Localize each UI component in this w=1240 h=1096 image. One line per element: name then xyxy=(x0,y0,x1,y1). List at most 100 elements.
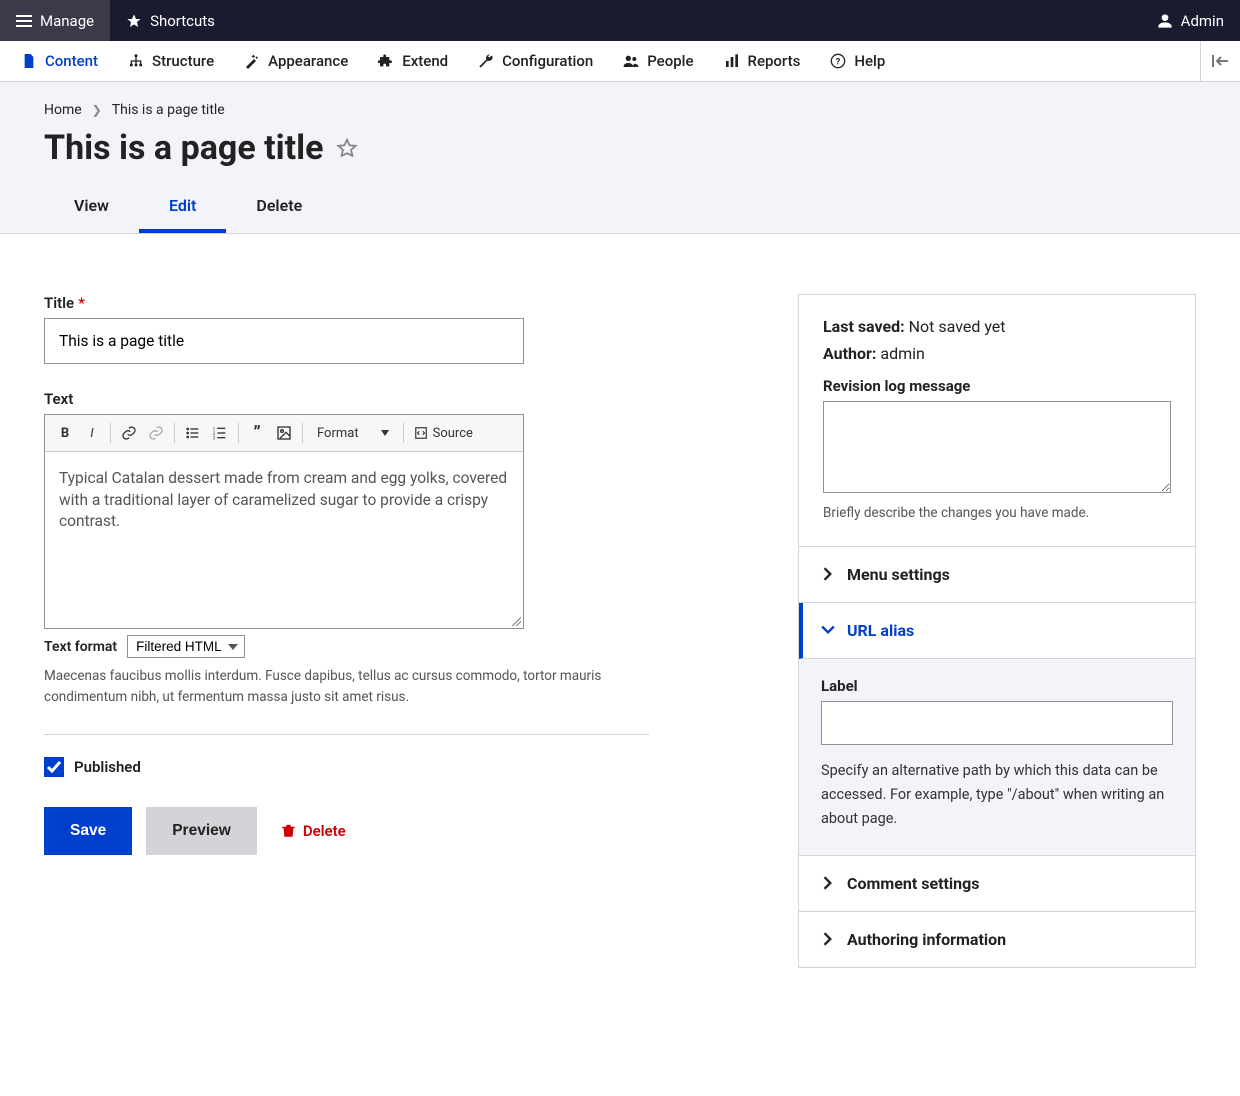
topbar-manage-label: Manage xyxy=(40,12,94,30)
accordion-comment-label: Comment settings xyxy=(847,874,979,893)
caret-down-icon xyxy=(381,430,389,436)
page-title: This is a page title xyxy=(44,128,1196,168)
ul-icon xyxy=(185,425,201,441)
source-button-label: Source xyxy=(433,426,473,441)
revision-help: Briefly describe the changes you have ma… xyxy=(823,503,1171,524)
trash-icon xyxy=(281,822,296,839)
topbar-shortcuts-label: Shortcuts xyxy=(150,12,215,30)
adminmenu-reports[interactable]: Reports xyxy=(709,41,816,81)
save-button[interactable]: Save xyxy=(44,807,132,855)
published-checkbox[interactable] xyxy=(44,757,64,777)
svg-text:?: ? xyxy=(836,56,841,67)
wand-icon xyxy=(244,53,260,69)
italic-button[interactable]: I xyxy=(80,421,104,445)
topbar: Manage Shortcuts Admin xyxy=(0,0,1240,41)
adminmenu-structure-label: Structure xyxy=(152,52,214,70)
last-saved-value: Not saved yet xyxy=(909,317,1006,336)
topbar-user[interactable]: Admin xyxy=(1141,0,1240,41)
topbar-shortcuts[interactable]: Shortcuts xyxy=(110,0,231,41)
image-button[interactable] xyxy=(272,421,296,445)
source-icon xyxy=(414,426,428,440)
topbar-user-label: Admin xyxy=(1181,12,1224,30)
published-checkbox-row: Published xyxy=(44,757,649,777)
editor-toolbar: B I 123 xyxy=(45,415,523,452)
adminmenu-structure[interactable]: Structure xyxy=(113,41,229,81)
required-marker: * xyxy=(78,294,85,312)
chevron-right-icon xyxy=(821,876,835,890)
divider xyxy=(44,734,649,735)
source-button[interactable]: Source xyxy=(410,426,477,441)
bold-button[interactable]: B xyxy=(53,421,77,445)
adminmenu-appearance[interactable]: Appearance xyxy=(229,41,363,81)
svg-text:3: 3 xyxy=(213,436,216,441)
breadcrumb-home[interactable]: Home xyxy=(44,102,82,118)
wrench-icon xyxy=(478,53,494,69)
blockquote-button[interactable]: ” xyxy=(245,421,269,445)
accordion-comment-settings[interactable]: Comment settings xyxy=(799,856,1195,912)
chevron-right-icon xyxy=(821,932,835,946)
meta-panel: Last saved: Not saved yet Author: admin … xyxy=(798,294,1196,968)
chevron-down-icon xyxy=(821,623,835,637)
last-saved-label: Last saved: xyxy=(823,317,905,336)
last-saved: Last saved: Not saved yet xyxy=(823,317,1171,336)
toolbar-separator xyxy=(174,423,175,443)
text-format-description: Maecenas faucibus mollis interdum. Fusce… xyxy=(44,666,649,708)
adminmenu-reports-label: Reports xyxy=(748,52,801,70)
text-format-label: Text format xyxy=(44,639,117,655)
tab-view[interactable]: View xyxy=(44,184,139,233)
toolbar-orientation-toggle[interactable] xyxy=(1200,41,1240,81)
revision-label: Revision log message xyxy=(823,377,1171,395)
resize-handle-icon[interactable] xyxy=(511,616,521,626)
hierarchy-icon xyxy=(128,53,144,69)
accordion-menu-settings[interactable]: Menu settings xyxy=(799,547,1195,603)
accordion-authoring-info[interactable]: Authoring information xyxy=(799,912,1195,967)
tab-delete[interactable]: Delete xyxy=(226,184,332,233)
preview-button[interactable]: Preview xyxy=(146,807,257,855)
title-label-text: Title xyxy=(44,294,74,312)
image-icon xyxy=(276,425,292,441)
help-icon: ? xyxy=(830,53,846,69)
delete-link[interactable]: Delete xyxy=(281,822,346,840)
meta-section: Last saved: Not saved yet Author: admin … xyxy=(799,295,1195,547)
adminmenu-help-label: Help xyxy=(854,52,885,70)
adminmenu-people[interactable]: People xyxy=(608,41,708,81)
field-text: Text B I 123 xyxy=(44,390,649,708)
adminmenu-help[interactable]: ? Help xyxy=(815,41,900,81)
adminmenu-configuration-label: Configuration xyxy=(502,52,593,70)
text-format-select[interactable]: Filtered HTML xyxy=(127,635,245,658)
accordion-url-alias[interactable]: URL alias xyxy=(799,603,1195,659)
page-title-text: This is a page title xyxy=(44,128,324,168)
unlink-button[interactable] xyxy=(144,421,168,445)
field-title: Title* xyxy=(44,294,649,364)
text-label: Text xyxy=(44,390,649,408)
url-alias-input[interactable] xyxy=(821,701,1173,745)
adminmenu-content[interactable]: Content xyxy=(6,41,113,81)
accordion-authoring-label: Authoring information xyxy=(847,930,1006,949)
link-button[interactable] xyxy=(117,421,141,445)
author-label: Author: xyxy=(823,344,876,363)
people-icon xyxy=(623,53,639,69)
accordion-url-body: Label Specify an alternative path by whi… xyxy=(799,659,1195,856)
topbar-manage[interactable]: Manage xyxy=(0,0,110,41)
adminmenu-extend[interactable]: Extend xyxy=(363,41,463,81)
editor-body-text: Typical Catalan dessert made from cream … xyxy=(59,469,507,530)
revision-textarea[interactable] xyxy=(823,401,1171,493)
author: Author: admin xyxy=(823,344,1171,363)
admin-menu: Content Structure Appearance Extend Conf… xyxy=(0,41,1240,82)
hamburger-icon xyxy=(16,15,32,27)
adminmenu-configuration[interactable]: Configuration xyxy=(463,41,608,81)
toolbar-separator xyxy=(110,423,111,443)
chevron-right-icon xyxy=(821,567,835,581)
format-dropdown[interactable]: Format xyxy=(309,426,397,441)
text-format-row: Text format Filtered HTML xyxy=(44,635,649,658)
number-list-button[interactable]: 123 xyxy=(208,421,232,445)
collapse-left-icon xyxy=(1212,54,1230,68)
tab-edit[interactable]: Edit xyxy=(139,184,226,233)
star-outline-icon[interactable] xyxy=(336,137,358,159)
file-icon xyxy=(21,53,37,69)
bar-chart-icon xyxy=(724,53,740,69)
title-input[interactable] xyxy=(44,318,524,364)
editor-body[interactable]: Typical Catalan dessert made from cream … xyxy=(45,452,523,628)
bullet-list-button[interactable] xyxy=(181,421,205,445)
sidebar: Last saved: Not saved yet Author: admin … xyxy=(798,294,1196,968)
